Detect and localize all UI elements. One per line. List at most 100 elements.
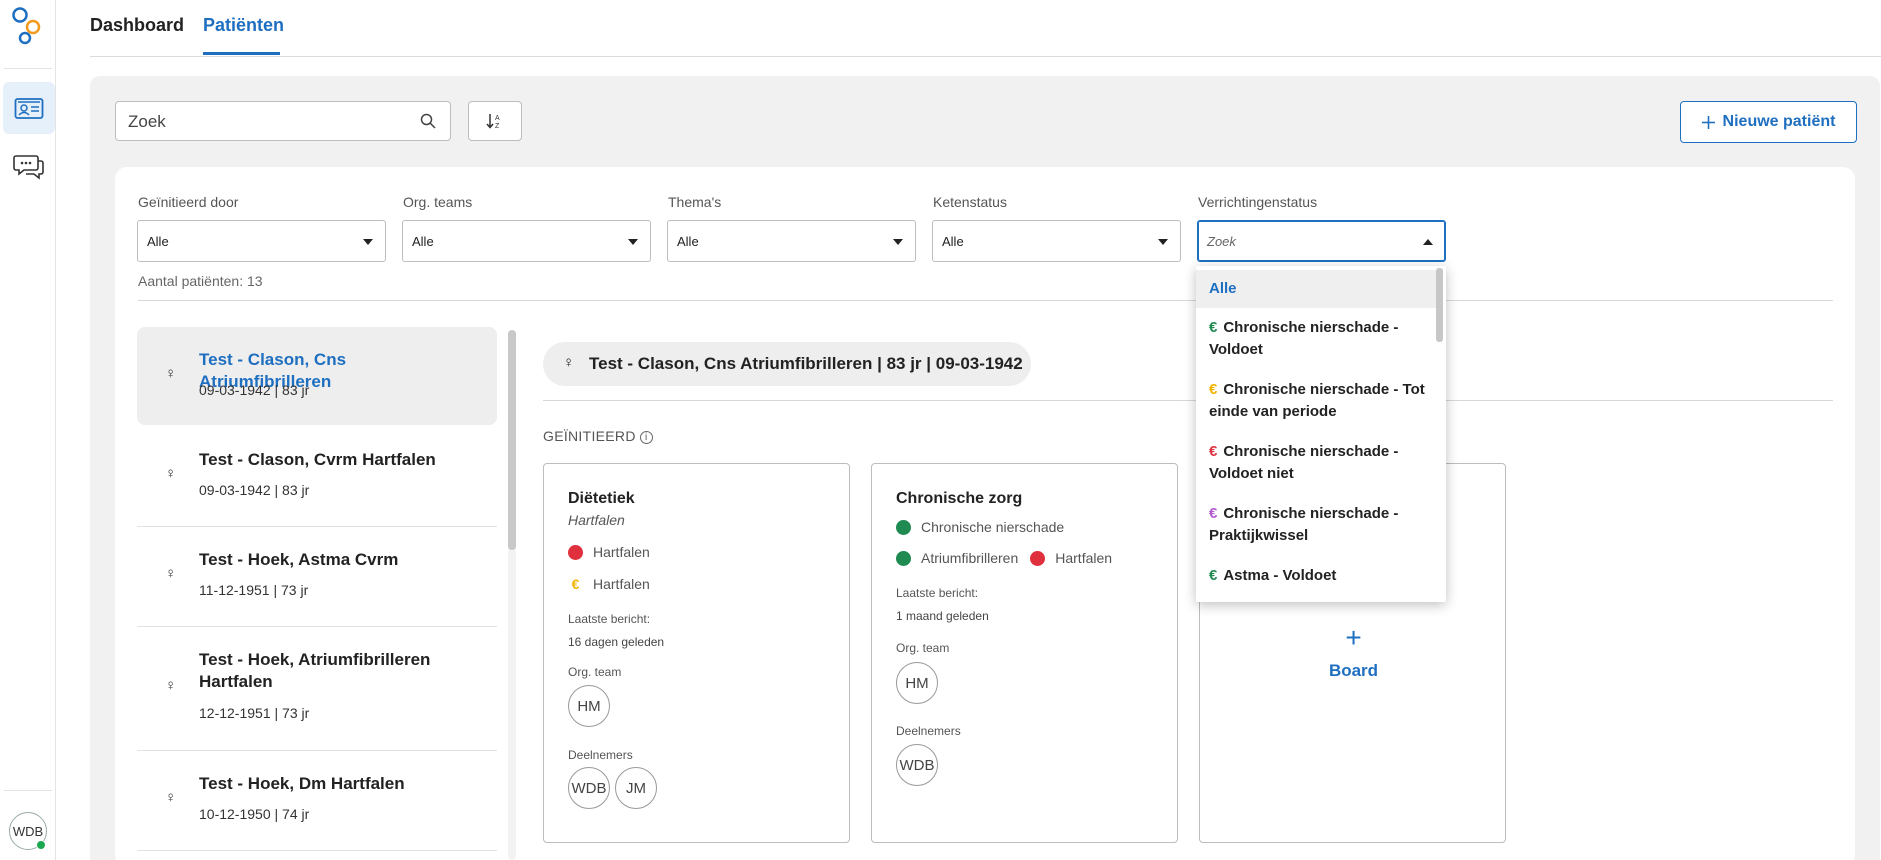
status-dot-icon: [896, 550, 911, 566]
svg-text:Z: Z: [495, 123, 500, 130]
caret-down-icon: [1158, 239, 1168, 245]
patient-count: Aantal patiënten: 13: [138, 273, 263, 289]
filter-value: Alle: [412, 234, 434, 249]
option-label: Chronische nierschade - Voldoet niet: [1209, 443, 1399, 482]
status-label: Hartfalen: [1055, 550, 1113, 566]
option-label: Astma - Voldoet: [1223, 567, 1337, 584]
member-chip[interactable]: WDB: [896, 744, 938, 786]
dropdown-option[interactable]: € Chronische nierschade - Praktijkwissel: [1196, 503, 1436, 547]
patient-meta: 09-03-1942 | 83 jr: [199, 382, 310, 398]
plus-icon: +: [1345, 622, 1362, 653]
filter-org-teams-select[interactable]: Alle: [402, 220, 651, 262]
option-label: Chronische nierschade - Tot einde van pe…: [1209, 381, 1425, 420]
last-message-label: Laatste bericht:: [896, 586, 979, 600]
status-label: Hartfalen: [593, 576, 650, 592]
patient-name: Test - Hoek, Astma Cvrm: [199, 550, 399, 569]
patient-list-item[interactable]: ♀ Test - Hoek, Astma Cvrm 11-12-1951 | 7…: [137, 527, 497, 627]
card-status-row: Atriumfibrilleren Hartfalen: [896, 550, 1112, 566]
option-label: Chronische nierschade - Voldoet: [1209, 319, 1399, 358]
section-title: GEÏNITIEERD: [543, 428, 636, 444]
care-card-dietetics[interactable]: Diëtetiek Hartfalen Hartfalen € Hartfale…: [543, 463, 850, 843]
filter-label-org-teams: Org. teams: [403, 194, 473, 210]
info-icon[interactable]: i: [639, 431, 653, 444]
patient-meta: 10-12-1950 | 74 jr: [199, 806, 310, 822]
patient-list-item[interactable]: ♀ Test - Hoek, Dm Hartfalen 10-12-1950 |…: [137, 751, 497, 851]
caret-down-icon: [893, 239, 903, 245]
team-chip[interactable]: HM: [896, 662, 938, 704]
patient-name: Test - Hoek, Dm Hartfalen: [199, 774, 405, 793]
card-status-row: Chronische nierschade: [896, 519, 1064, 535]
patient-list: ♀ Test - Clason, Cns Atriumfibrilleren 0…: [137, 327, 497, 860]
search-icon[interactable]: [420, 113, 436, 129]
dropdown-option[interactable]: € Astma - Voldoet: [1196, 565, 1436, 587]
euro-icon: €: [1209, 567, 1218, 584]
sort-button[interactable]: A Z: [468, 101, 522, 141]
status-label: Hartfalen: [593, 544, 650, 560]
filter-chain-status-select[interactable]: Alle: [932, 220, 1181, 262]
members-label: Deelnemers: [896, 724, 961, 738]
dropdown-scrollbar[interactable]: [1436, 268, 1443, 342]
tab-patients[interactable]: Patiënten: [203, 15, 284, 36]
care-card-chronic[interactable]: Chronische zorg Chronische nierschade At…: [871, 463, 1178, 843]
filter-value: Alle: [677, 234, 699, 249]
search-input[interactable]: [128, 111, 398, 133]
tab-dashboard[interactable]: Dashboard: [90, 15, 184, 36]
sort-icon: A Z: [486, 114, 500, 130]
patient-list-item[interactable]: ♀ Test - Clason, Cvrm Hartfalen 09-03-19…: [137, 427, 497, 527]
left-rail: WDB: [0, 0, 56, 860]
org-team-label: Org. team: [568, 665, 622, 679]
status-dot-icon: [1030, 550, 1046, 566]
app-logo-icon[interactable]: [11, 6, 43, 52]
last-message-value: 16 dagen geleden: [568, 635, 665, 649]
dropdown-option[interactable]: € Chronische nierschade - Tot einde van p…: [1196, 379, 1436, 423]
patient-list-scrollbar[interactable]: [508, 330, 516, 550]
patient-header-text: Test - Clason, Cns Atriumfibrilleren | 8…: [589, 354, 1023, 373]
caret-down-icon: [628, 239, 638, 245]
dropdown-option[interactable]: € Chronische nierschade - Voldoet: [1196, 317, 1436, 361]
female-icon: ♀: [165, 465, 177, 482]
patient-header-pill: ♀ Test - Clason, Cns Atriumfibrilleren |…: [543, 342, 1031, 386]
female-icon: ♀: [165, 565, 177, 582]
filter-search-placeholder[interactable]: Zoek: [1207, 234, 1236, 249]
dropdown-option[interactable]: Alle: [1196, 270, 1436, 308]
filter-procedure-status-select[interactable]: Zoek: [1197, 220, 1446, 262]
dropdown-option[interactable]: € Chronische nierschade - Voldoet niet: [1196, 441, 1436, 485]
new-patient-label: Nieuwe patiënt: [1722, 113, 1836, 130]
patient-list-item[interactable]: ♀ Test - Hoek, Atriumfibrilleren Hartfal…: [137, 627, 497, 751]
member-chip[interactable]: JM: [615, 767, 657, 809]
status-dot-icon: [896, 519, 911, 535]
option-label: Alle: [1209, 280, 1237, 297]
filter-initiated-select[interactable]: Alle: [137, 220, 386, 262]
status-label: Atriumfibrilleren: [921, 550, 1019, 566]
patient-meta: 11-12-1951 | 73 jr: [199, 582, 309, 598]
last-message-label: Laatste bericht:: [568, 612, 651, 626]
filter-label-procedure-status: Verrichtingenstatus: [1198, 194, 1318, 210]
card-status-row: € Hartfalen: [568, 576, 650, 592]
procedure-status-options: Alle € Chronische nierschade - Voldoet € C…: [1196, 266, 1446, 602]
org-team-label: Org. team: [896, 641, 950, 655]
female-icon: ♀: [165, 789, 177, 806]
online-status-dot: [36, 840, 46, 850]
caret-down-icon: [363, 239, 373, 245]
filter-value: Alle: [147, 234, 169, 249]
euro-icon: €: [1209, 505, 1218, 522]
female-icon: ♀: [165, 365, 177, 382]
filter-themes-select[interactable]: Alle: [667, 220, 916, 262]
patient-name: Test - Clason, Cvrm Hartfalen: [199, 450, 436, 469]
patient-card-icon: [14, 98, 44, 119]
divider: [543, 400, 1833, 401]
new-patient-button[interactable]: Nieuwe patiënt: [1680, 101, 1857, 143]
card-title: Diëtetiek: [568, 490, 635, 507]
section-initiated: GEÏNITIEERD i: [543, 428, 653, 444]
member-chip[interactable]: WDB: [568, 767, 610, 809]
patient-list-item[interactable]: ♀ Test - Clason, Cns Atriumfibrilleren 0…: [137, 327, 497, 425]
search-box: [115, 101, 451, 141]
nav-patients-button[interactable]: [3, 82, 55, 134]
team-chip[interactable]: HM: [568, 685, 610, 727]
chat-icon: [13, 155, 44, 180]
card-subtitle: Hartfalen: [568, 512, 625, 528]
plus-icon: [1701, 115, 1715, 129]
nav-chat-button[interactable]: [3, 140, 55, 192]
female-icon: ♀: [563, 354, 575, 371]
euro-icon: €: [1209, 381, 1218, 398]
